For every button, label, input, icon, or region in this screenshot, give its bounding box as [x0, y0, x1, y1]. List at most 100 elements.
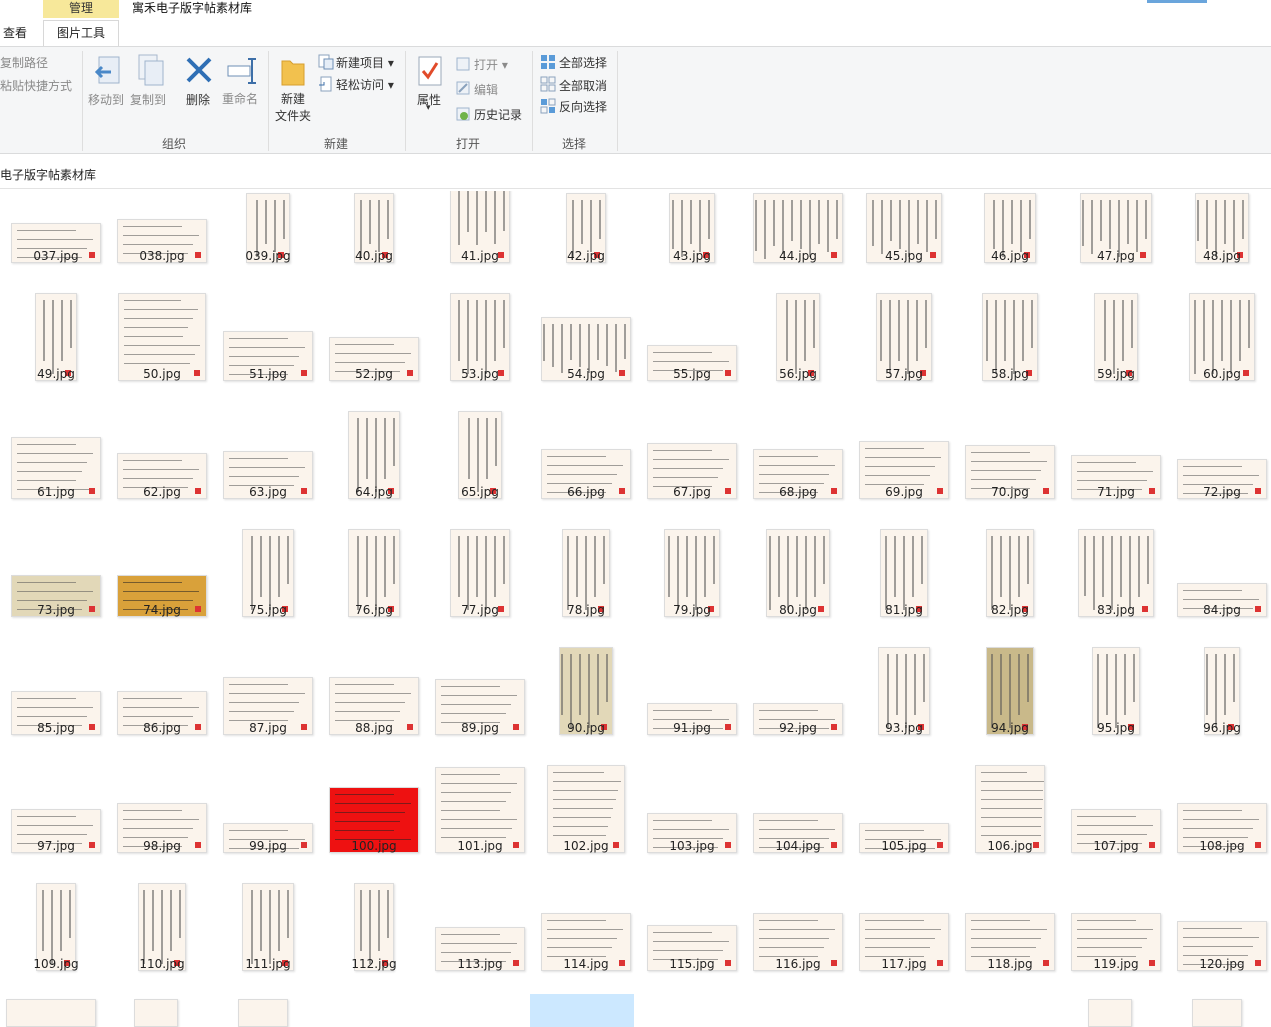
- file-item[interactable]: 72.jpg: [1170, 409, 1271, 521]
- file-item[interactable]: 77.jpg: [428, 527, 532, 639]
- thumbnail-image[interactable]: [1192, 999, 1242, 1027]
- file-item[interactable]: 89.jpg: [428, 645, 532, 757]
- file-item[interactable]: 61.jpg: [4, 409, 108, 521]
- file-item[interactable]: 87.jpg: [216, 645, 320, 757]
- file-item[interactable]: 74.jpg: [110, 527, 214, 639]
- file-item[interactable]: 96.jpg: [1170, 645, 1271, 757]
- file-item[interactable]: 53.jpg: [428, 291, 532, 403]
- file-item[interactable]: 112.jpg: [322, 881, 426, 993]
- file-item[interactable]: 79.jpg: [640, 527, 744, 639]
- new-item-button[interactable]: 新建项目 ▾: [336, 54, 394, 71]
- file-item[interactable]: 86.jpg: [110, 645, 214, 757]
- file-item[interactable]: 68.jpg: [746, 409, 850, 521]
- select-all-button[interactable]: 全部选择: [559, 54, 607, 71]
- file-item[interactable]: 91.jpg: [640, 645, 744, 757]
- open-button[interactable]: 打开 ▾: [474, 56, 508, 73]
- file-item[interactable]: 84.jpg: [1170, 527, 1271, 639]
- paste-shortcut-button[interactable]: 粘贴快捷方式: [0, 77, 72, 94]
- file-item[interactable]: 85.jpg: [4, 645, 108, 757]
- file-item[interactable]: 99.jpg: [216, 763, 320, 875]
- file-item[interactable]: 41.jpg: [428, 191, 532, 285]
- file-item[interactable]: 037.jpg: [4, 191, 108, 285]
- window-control-button[interactable]: [1147, 0, 1207, 3]
- file-item[interactable]: 93.jpg: [852, 645, 956, 757]
- copy-to-button[interactable]: 复制到: [130, 91, 166, 108]
- manage-context-tab[interactable]: 管理: [43, 0, 119, 18]
- file-item[interactable]: 95.jpg: [1064, 645, 1168, 757]
- file-item[interactable]: 73.jpg: [4, 527, 108, 639]
- file-item[interactable]: 54.jpg: [534, 291, 638, 403]
- copy-path-button[interactable]: 复制路径: [0, 54, 48, 71]
- file-item[interactable]: 90.jpg: [534, 645, 638, 757]
- file-item[interactable]: 98.jpg: [110, 763, 214, 875]
- file-item[interactable]: 51.jpg: [216, 291, 320, 403]
- file-item[interactable]: 67.jpg: [640, 409, 744, 521]
- file-item[interactable]: 115.jpg: [640, 881, 744, 993]
- file-item[interactable]: 110.jpg: [110, 881, 214, 993]
- file-item[interactable]: 118.jpg: [958, 881, 1062, 993]
- thumbnail-image[interactable]: [6, 999, 96, 1027]
- address-bar[interactable]: 电子版字帖素材库: [0, 160, 1271, 189]
- rename-button[interactable]: 重命名: [222, 90, 258, 107]
- file-item[interactable]: 48.jpg: [1170, 191, 1271, 285]
- file-item[interactable]: 50.jpg: [110, 291, 214, 403]
- file-item[interactable]: 94.jpg: [958, 645, 1062, 757]
- file-item[interactable]: 59.jpg: [1064, 291, 1168, 403]
- file-item[interactable]: 116.jpg: [746, 881, 850, 993]
- edit-button[interactable]: 编辑: [474, 81, 498, 98]
- select-none-button[interactable]: 全部取消: [559, 77, 607, 94]
- file-item[interactable]: 117.jpg: [852, 881, 956, 993]
- file-item[interactable]: 70.jpg: [958, 409, 1062, 521]
- file-item[interactable]: 119.jpg: [1064, 881, 1168, 993]
- file-item[interactable]: 88.jpg: [322, 645, 426, 757]
- thumbnail-image[interactable]: [1088, 999, 1132, 1027]
- file-item[interactable]: 58.jpg: [958, 291, 1062, 403]
- file-item[interactable]: 55.jpg: [640, 291, 744, 403]
- file-item[interactable]: 52.jpg: [322, 291, 426, 403]
- file-item[interactable]: 102.jpg: [534, 763, 638, 875]
- file-item[interactable]: 66.jpg: [534, 409, 638, 521]
- move-to-button[interactable]: 移动到: [88, 91, 124, 108]
- file-item[interactable]: 81.jpg: [852, 527, 956, 639]
- file-item[interactable]: 47.jpg: [1064, 191, 1168, 285]
- file-item[interactable]: 64.jpg: [322, 409, 426, 521]
- file-item[interactable]: 71.jpg: [1064, 409, 1168, 521]
- invert-selection-button[interactable]: 反向选择: [559, 98, 607, 115]
- file-item[interactable]: 104.jpg: [746, 763, 850, 875]
- file-item[interactable]: 44.jpg: [746, 191, 850, 285]
- file-item[interactable]: 65.jpg: [428, 409, 532, 521]
- file-item[interactable]: 109.jpg: [4, 881, 108, 993]
- file-item[interactable]: 43.jpg: [640, 191, 744, 285]
- file-item[interactable]: 113.jpg: [428, 881, 532, 993]
- file-item[interactable]: 78.jpg: [534, 527, 638, 639]
- file-item[interactable]: 76.jpg: [322, 527, 426, 639]
- file-item[interactable]: 57.jpg: [852, 291, 956, 403]
- file-item[interactable]: 83.jpg: [1064, 527, 1168, 639]
- file-item[interactable]: 40.jpg: [322, 191, 426, 285]
- file-item[interactable]: 56.jpg: [746, 291, 850, 403]
- file-item[interactable]: 039.jpg: [216, 191, 320, 285]
- file-item[interactable]: 42.jpg: [534, 191, 638, 285]
- file-item[interactable]: 45.jpg: [852, 191, 956, 285]
- file-item[interactable]: 80.jpg: [746, 527, 850, 639]
- file-item[interactable]: 62.jpg: [110, 409, 214, 521]
- thumbnail-image[interactable]: [238, 999, 288, 1027]
- file-item[interactable]: 69.jpg: [852, 409, 956, 521]
- file-item[interactable]: 114.jpg: [534, 881, 638, 993]
- selected-item-highlight[interactable]: [530, 994, 634, 1027]
- file-item[interactable]: 108.jpg: [1170, 763, 1271, 875]
- file-item[interactable]: 46.jpg: [958, 191, 1062, 285]
- delete-button[interactable]: 删除: [186, 91, 210, 108]
- file-item[interactable]: 106.jpg: [958, 763, 1062, 875]
- tab-view[interactable]: 查看: [0, 22, 45, 44]
- tab-picture-tools[interactable]: 图片工具: [43, 20, 119, 46]
- file-item[interactable]: 97.jpg: [4, 763, 108, 875]
- history-button[interactable]: 历史记录: [474, 106, 522, 123]
- file-item[interactable]: 60.jpg: [1170, 291, 1271, 403]
- file-item[interactable]: 105.jpg: [852, 763, 956, 875]
- file-item[interactable]: 103.jpg: [640, 763, 744, 875]
- file-item[interactable]: 82.jpg: [958, 527, 1062, 639]
- file-item[interactable]: 75.jpg: [216, 527, 320, 639]
- new-folder-button-line2[interactable]: 文件夹: [275, 107, 311, 124]
- thumbnail-image[interactable]: [134, 999, 178, 1027]
